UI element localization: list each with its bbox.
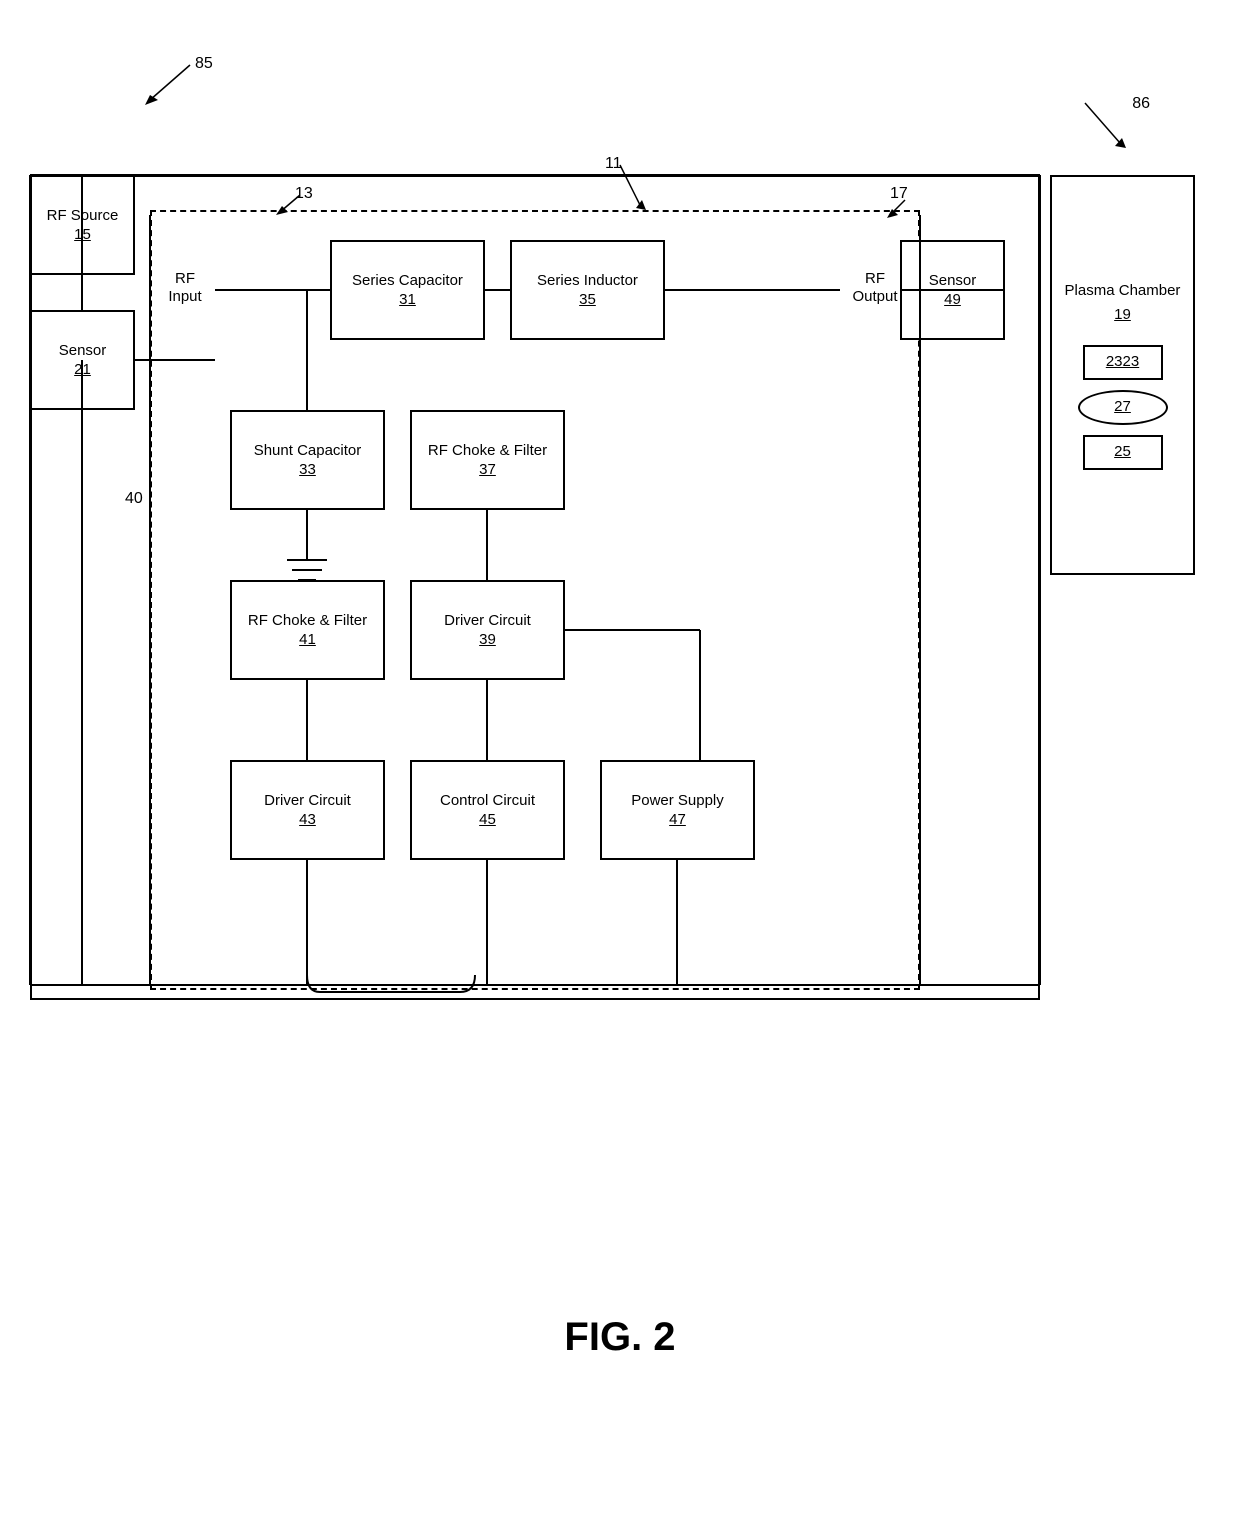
plasma-25-box: 25 <box>1083 435 1163 470</box>
sensor-right-ref: 49 <box>944 290 961 310</box>
plasma-27-box: 27 <box>1078 390 1168 425</box>
driver-circuit-top-ref: 39 <box>479 630 496 650</box>
control-circuit-ref: 45 <box>479 810 496 830</box>
rf-choke-filter-top-box: RF Choke & Filter 37 <box>410 410 565 510</box>
sensor-right-box: Sensor 49 <box>900 240 1005 340</box>
power-supply-box: Power Supply 47 <box>600 760 755 860</box>
rf-choke-filter-top-label: RF Choke & Filter <box>428 441 547 461</box>
driver-circuit-bottom-ref: 43 <box>299 810 316 830</box>
series-inductor-ref: 35 <box>579 290 596 310</box>
figure-caption: FIG. 2 <box>0 1315 1240 1360</box>
rf-choke-filter-left-label: RF Choke & Filter <box>248 611 367 631</box>
power-supply-label: Power Supply <box>631 791 724 811</box>
control-circuit-label: Control Circuit <box>440 791 535 811</box>
sensor-right-label: Sensor <box>929 271 977 291</box>
callout-86-arrow <box>1070 98 1150 158</box>
power-supply-ref: 47 <box>669 810 686 830</box>
callout-85-arrow <box>130 60 210 110</box>
series-capacitor-label: Series Capacitor <box>352 271 463 291</box>
rf-choke-filter-top-ref: 37 <box>479 460 496 480</box>
driver-circuit-bottom-label: Driver Circuit <box>264 791 351 811</box>
plasma-chamber-ref: 19 <box>1114 305 1131 325</box>
callout-40: 40 <box>125 490 143 508</box>
plasma-chamber-box: Plasma Chamber 19 2323 27 25 <box>1050 175 1195 575</box>
rf-choke-filter-left-ref: 41 <box>299 630 316 650</box>
plasma-23-box: 2323 <box>1083 345 1163 380</box>
control-circuit-box: Control Circuit 45 <box>410 760 565 860</box>
driver-circuit-bottom-box: Driver Circuit 43 <box>230 760 385 860</box>
shunt-capacitor-label: Shunt Capacitor <box>254 441 362 461</box>
series-inductor-box: Series Inductor 35 <box>510 240 665 340</box>
series-capacitor-box: Series Capacitor 31 <box>330 240 485 340</box>
rf-choke-filter-left-box: RF Choke & Filter 41 <box>230 580 385 680</box>
series-capacitor-ref: 31 <box>399 290 416 310</box>
series-inductor-label: Series Inductor <box>537 271 638 291</box>
diagram: 85 86 RF Source 15 Sensor 21 13 11 17 <box>0 0 1240 1400</box>
shunt-capacitor-box: Shunt Capacitor 33 <box>230 410 385 510</box>
shunt-capacitor-ref: 33 <box>299 460 316 480</box>
driver-circuit-top-box: Driver Circuit 39 <box>410 580 565 680</box>
plasma-chamber-label: Plasma Chamber <box>1065 281 1181 301</box>
driver-circuit-top-label: Driver Circuit <box>444 611 531 631</box>
